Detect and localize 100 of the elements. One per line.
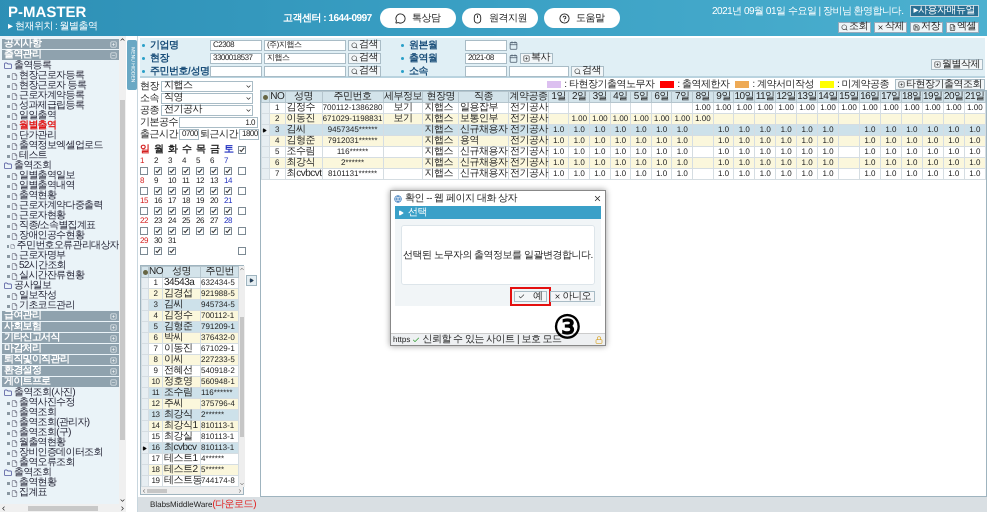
table-row[interactable]: 18 테스트2 5****** — [142, 464, 238, 476]
menu-folder[interactable]: 공사일보 — [14, 281, 52, 291]
table-row[interactable]: 14 최강식1 810113-1 — [142, 420, 238, 432]
input-field[interactable]: 3300018537 — [210, 52, 262, 64]
table-row[interactable]: 3 김씨 9457345****** 지햅스 신규채용자 전기공사 1.0 1.0 1.0 1.0 1.0 1.0 1.0 1.0 1.0 1.0 1.0 1.0 1.0 1.0 1.0 1.0 1.0 1.0 1.0 — [262, 124, 986, 136]
table-row[interactable]: 5 조수림 116****** 지햅스 신규채용자 전기공사 1.0 1.0 1.0 1.0 1.0 1.0 1.0 1.0 1.0 1.0 1.0 1.0 1.0 1.0 1.0 1.0 1.0 1.0 1.0 — [262, 146, 986, 158]
table-row[interactable]: 13 최강식 2****** — [142, 410, 238, 420]
input-field[interactable]: (주)지햅스 — [264, 40, 346, 50]
table-row[interactable]: 2 이동진 671029-1198831 보기 지햅스 보통인부 전기공사 1.00 1.00 1.00 1.00 1.00 1.00 1.00 — [262, 114, 986, 124]
checkbox[interactable] — [182, 226, 190, 234]
action-button[interactable]: 타현장기출역조회 — [895, 79, 985, 90]
checkbox[interactable] — [154, 226, 162, 234]
checkbox[interactable] — [224, 206, 232, 214]
menu-folder[interactable]: 출역조회(사진) — [14, 388, 76, 398]
checkbox[interactable] — [238, 166, 246, 174]
transfer-button[interactable] — [246, 275, 257, 286]
menu-item[interactable]: 직종/소속별집계표 — [19, 221, 96, 231]
input-field[interactable] — [465, 66, 507, 76]
table-row[interactable]: 5 김형준 791209-1 — [142, 322, 238, 332]
menu-item[interactable]: 일보작성 — [19, 291, 56, 301]
checkbox[interactable] — [196, 226, 204, 234]
table-row[interactable]: 12 주씨 375796-4 — [142, 398, 238, 410]
checkbox[interactable] — [140, 166, 148, 174]
input-field[interactable]: 0700 — [179, 128, 199, 140]
checkbox[interactable] — [210, 226, 218, 234]
table-row[interactable]: 9 전혜선 540918-2 — [142, 366, 238, 376]
menu-item[interactable]: 장비인증데이터조회 — [19, 448, 103, 458]
checkbox[interactable] — [154, 166, 162, 174]
checkbox[interactable] — [238, 186, 246, 194]
menu-item[interactable]: 출역조회(구) — [19, 428, 71, 438]
table-row[interactable]: 8 이씨 227233-5 — [142, 354, 238, 366]
checkbox[interactable] — [210, 186, 218, 194]
menu-item[interactable]: 근로자계약다중출력 — [19, 201, 103, 211]
horizontal-scrollbar[interactable] — [141, 487, 243, 494]
toolbar-button[interactable]: 엑셀 — [946, 22, 979, 32]
checkbox[interactable] — [182, 166, 190, 174]
table-row[interactable]: 10 정호영 560948-1 — [142, 376, 238, 388]
table-row[interactable]: 2 김경섭 921988-5 — [142, 288, 238, 300]
search-button[interactable]: 검색 — [348, 66, 381, 76]
select-field[interactable]: 직영 — [161, 92, 253, 104]
input-field[interactable]: C2308 — [210, 40, 262, 50]
menu-item[interactable]: 출역조회(관리자) — [19, 418, 90, 428]
menu-item[interactable]: 출역현황 — [19, 478, 56, 488]
checkbox[interactable] — [140, 206, 148, 214]
menu-item[interactable]: 출역사진수정 — [19, 398, 75, 408]
menu-item[interactable]: 월출역현황 — [19, 438, 66, 448]
checkbox[interactable] — [196, 206, 204, 214]
table-row[interactable]: 6 최강식 2****** 지햅스 신규채용자 전기공사 1.0 1.0 1.0 1.0 1.0 1.0 1.0 1.0 1.0 1.0 1.0 1.0 1.0 1.0 1.0 1.0 1.0 1.0 1.0 — [262, 158, 986, 168]
manual-button[interactable]: ▸사용자매뉴얼 — [910, 5, 979, 17]
menu-item[interactable]: 출역현황 — [19, 191, 56, 201]
checkbox[interactable] — [224, 226, 232, 234]
menu-item[interactable]: 출역조회 — [19, 408, 56, 418]
input-field[interactable]: 지햅스 — [264, 52, 346, 64]
table-row[interactable]: 7 이동진 671029-1 — [142, 344, 238, 354]
dialog-button[interactable]: 아니오 — [550, 291, 595, 302]
input-field[interactable] — [210, 66, 262, 76]
menu-item[interactable]: 근로자명부 — [19, 251, 66, 261]
search-button[interactable]: 검색 — [348, 52, 381, 64]
menu-item[interactable]: 실시간잔류현황 — [19, 271, 84, 281]
search-button[interactable]: 검색 — [348, 40, 381, 50]
input-field[interactable] — [509, 66, 569, 76]
checkbox[interactable] — [154, 186, 162, 194]
checkbox[interactable] — [168, 166, 176, 174]
table-row[interactable]: 17 테스트1 4****** — [142, 454, 238, 464]
table-row[interactable]: 4 김형준 7912031****** 지햅스 용역 전기공사 1.0 1.0 1.0 1.0 1.0 1.0 1.0 1.0 1.0 1.0 1.0 1.0 1.0 1.0 1.0 1.0 1.0 1.0 1.0 — [262, 136, 986, 146]
menu-item[interactable]: 52시간조회 — [19, 261, 66, 271]
checkbox[interactable] — [168, 186, 176, 194]
toolbar-button[interactable]: 조회 — [838, 22, 871, 32]
checkbox[interactable] — [196, 186, 204, 194]
checkbox[interactable] — [154, 206, 162, 214]
action-button[interactable]: 복사 — [520, 52, 553, 64]
input-field[interactable]: 1800 — [239, 128, 259, 140]
header-button[interactable]: 톡상담 — [380, 8, 456, 28]
table-row[interactable]: 19 테스트동744174-8 — [142, 476, 238, 486]
checkbox[interactable] — [140, 226, 148, 234]
menu-item[interactable]: 집계표 — [19, 488, 47, 498]
menu-item[interactable]: 단가관리 — [19, 131, 56, 141]
table-row[interactable]: 6 박씨 376432-0 — [142, 332, 238, 344]
menu-item[interactable]: 성과제급립등록 — [19, 101, 84, 111]
input-field[interactable]: 1.0 — [179, 116, 258, 128]
table-row[interactable]: 3 김씨 945734-5 — [142, 300, 238, 310]
checkbox[interactable] — [238, 246, 246, 254]
action-button[interactable]: 월별삭제 — [931, 59, 983, 70]
menu-item[interactable]: 월별출역 — [19, 121, 56, 131]
menu-folder[interactable]: 출역조회 — [14, 468, 52, 478]
table-row[interactable]: 1 김정수 700112-1386280 보기 지햅스 일용잡부 전기공사 1.00 1.00 1.00 1.00 1.00 1.00 1.00 1.00 1.00 1.00 1.00 1.00 1.00 1.00 — [262, 102, 986, 114]
menu-item[interactable]: 근로자계약등록 — [19, 91, 84, 101]
search-button[interactable]: 검색 — [571, 66, 604, 76]
checkbox[interactable] — [168, 206, 176, 214]
menu-item[interactable]: 근로자현황 — [19, 211, 66, 221]
checkbox[interactable] — [182, 186, 190, 194]
menu-item[interactable]: 출역오류조회 — [19, 458, 75, 468]
calendar-icon[interactable] — [509, 40, 518, 50]
download-link[interactable]: (다운로드) — [212, 497, 256, 512]
menu-item[interactable]: 현장근로자등록 — [19, 71, 84, 81]
menu-item[interactable]: 테스트 — [19, 151, 47, 161]
menu-folder[interactable]: 출역조회 — [14, 161, 52, 171]
header-button[interactable]: 도움말 — [544, 8, 620, 28]
checkbox[interactable] — [196, 166, 204, 174]
toolbar-button[interactable]: 삭제 — [874, 22, 907, 32]
